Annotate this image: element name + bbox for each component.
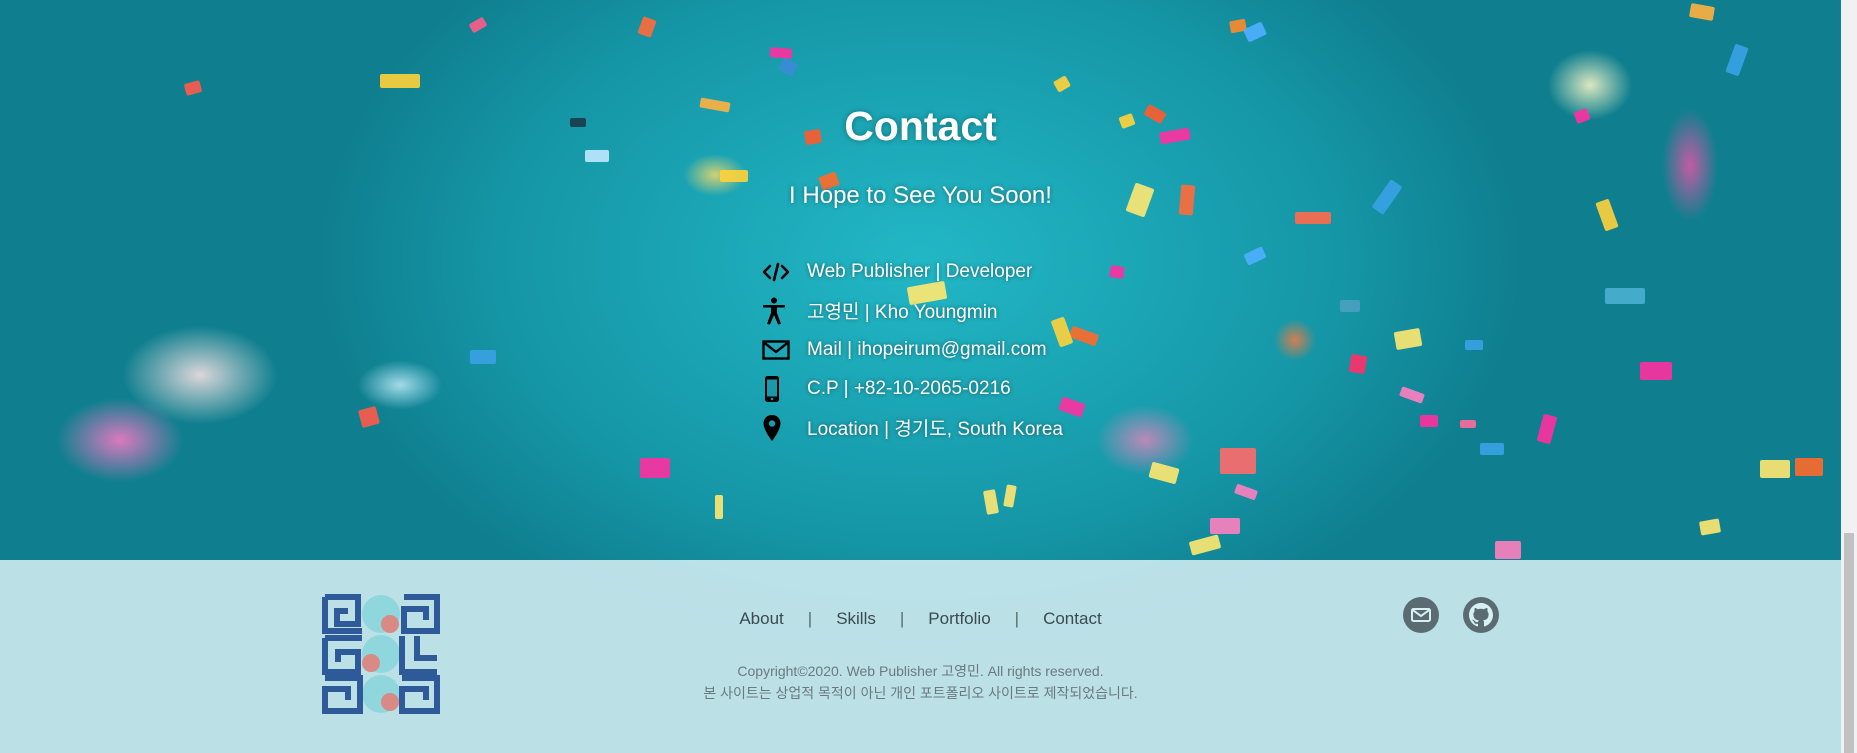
copyright-text: Copyright©2020. Web Publisher 고영민. All r… — [737, 663, 1104, 679]
confetti-piece — [769, 47, 793, 59]
person-icon — [762, 296, 794, 326]
page: Contact I Hope to See You Soon! Web Publ… — [0, 0, 1841, 753]
footer-mail-icon[interactable] — [1403, 597, 1439, 633]
info-name-text: 고영민 | Kho Youngmin — [807, 302, 998, 323]
location-pin-icon — [762, 413, 794, 443]
confetti-piece — [1640, 362, 1672, 380]
contact-subtitle: I Hope to See You Soon! — [789, 182, 1052, 209]
nav-portfolio[interactable]: Portfolio — [928, 609, 990, 629]
confetti-piece — [1460, 420, 1476, 428]
confetti-piece — [1340, 300, 1360, 312]
nav-separator: | — [899, 609, 905, 628]
confetti-piece — [1480, 443, 1504, 455]
info-location-text: Location | 경기도, South Korea — [807, 419, 1063, 440]
nav-about[interactable]: About — [739, 609, 783, 629]
confetti-piece — [1109, 264, 1125, 280]
confetti-piece — [1295, 212, 1331, 224]
info-row-location: Location | 경기도, South Korea — [762, 408, 1063, 447]
nav-separator: | — [807, 609, 813, 628]
phone-icon — [762, 374, 794, 404]
info-role-text: Web Publisher | Developer — [807, 260, 1033, 282]
info-row-role: Web Publisher | Developer — [762, 252, 1063, 291]
confetti-piece — [1605, 288, 1645, 304]
social-links — [1403, 597, 1499, 633]
info-row-phone: C.P | +82-10-2065-0216 — [762, 369, 1063, 408]
confetti-piece — [640, 458, 670, 478]
confetti-piece — [720, 170, 748, 182]
confetti-piece — [1220, 448, 1256, 474]
info-row-mail: Mail | ihopeirum@gmail.com — [762, 330, 1063, 369]
contact-title: Contact — [844, 103, 997, 149]
info-phone-text: C.P | +82-10-2065-0216 — [807, 377, 1011, 399]
confetti-piece — [1210, 518, 1240, 534]
confetti-piece — [1795, 458, 1823, 476]
footer-copyright-block: Copyright©2020. Web Publisher 고영민. All r… — [0, 660, 1841, 704]
mail-icon — [762, 335, 794, 365]
confetti-piece — [1495, 541, 1521, 559]
confetti-piece — [715, 495, 723, 519]
nav-contact[interactable]: Contact — [1043, 609, 1102, 629]
info-mail-text[interactable]: Mail | ihopeirum@gmail.com — [807, 339, 1047, 361]
scrollbar-thumb[interactable] — [1844, 533, 1854, 753]
code-icon — [762, 257, 794, 287]
disclaimer-text: 본 사이트는 상업적 목적이 아닌 개인 포트폴리오 사이트로 제작되었습니다. — [703, 685, 1138, 701]
nav-skills[interactable]: Skills — [836, 609, 876, 629]
info-row-name: 고영민 | Kho Youngmin — [762, 291, 1063, 330]
nav-separator: | — [1014, 609, 1020, 628]
confetti-piece — [1465, 340, 1483, 350]
page-scrollbar[interactable] — [1841, 0, 1857, 753]
github-icon[interactable] — [1463, 597, 1499, 633]
footer — [0, 560, 1841, 753]
confetti-piece — [585, 150, 609, 162]
contact-info-list: Web Publisher | Developer 고영민 | Kho Youn… — [762, 252, 1063, 447]
confetti-piece — [470, 350, 496, 364]
confetti-piece — [1760, 460, 1790, 478]
confetti-piece — [1348, 353, 1368, 375]
footer-nav: About | Skills | Portfolio | Contact — [0, 609, 1841, 629]
confetti-piece — [380, 74, 420, 88]
confetti-piece — [1420, 415, 1438, 427]
